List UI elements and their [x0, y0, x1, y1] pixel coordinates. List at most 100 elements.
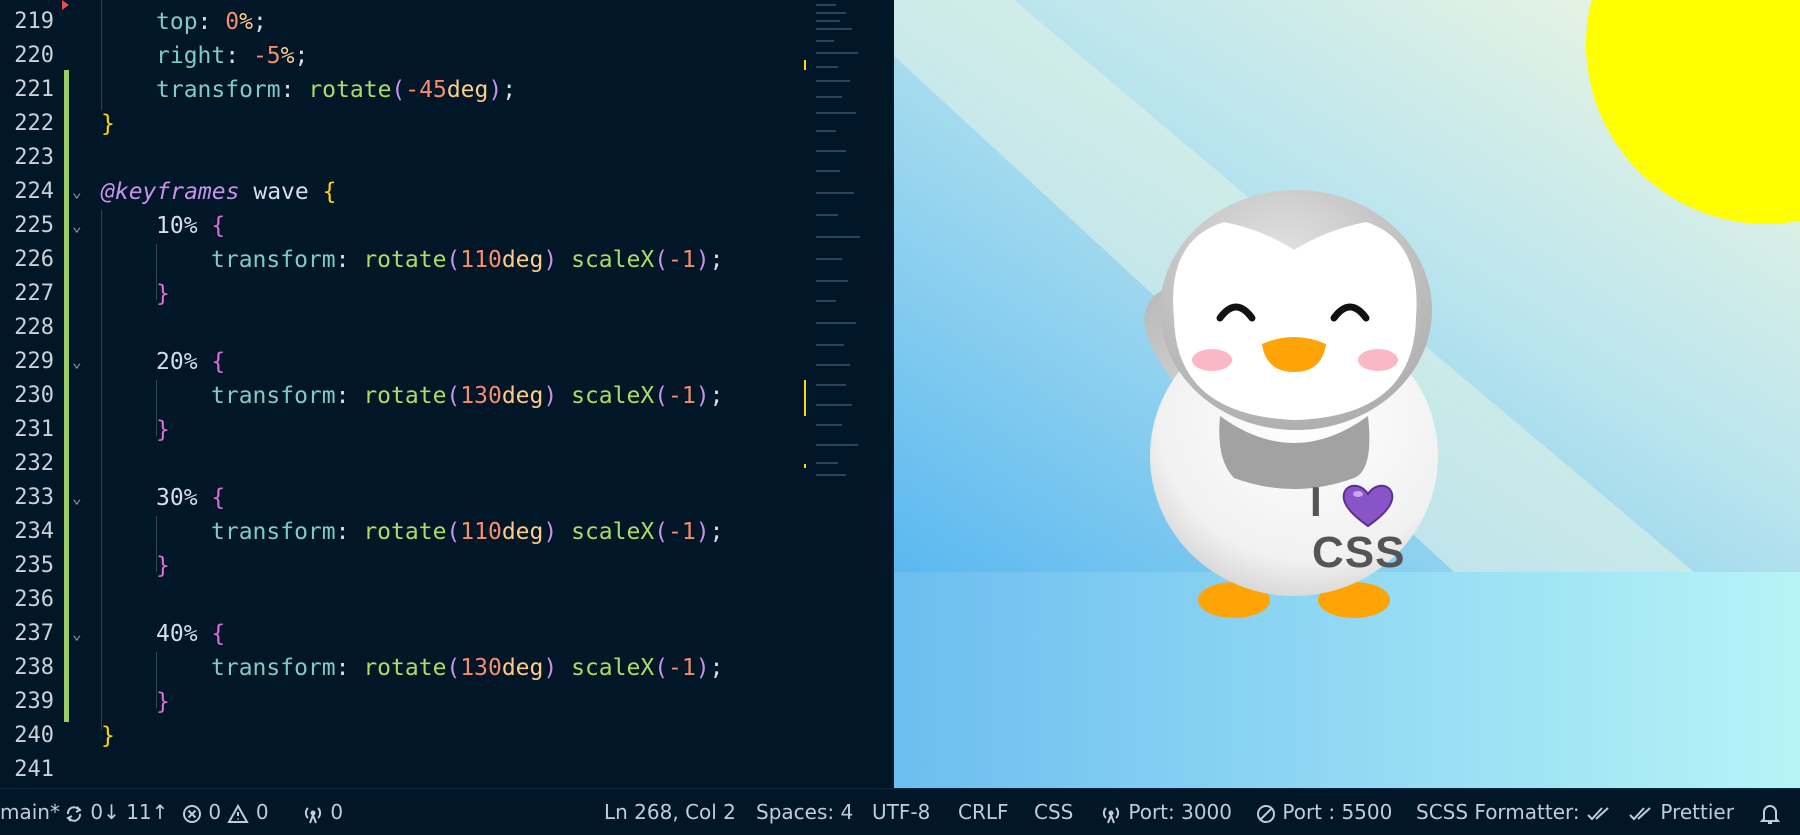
- code-line[interactable]: transform: rotate(130deg) scaleX(-1);: [211, 379, 723, 413]
- notifications-button[interactable]: [1759, 789, 1781, 835]
- code-line[interactable]: 20% {: [156, 345, 225, 379]
- minimap[interactable]: [800, 0, 868, 788]
- token: -1: [668, 247, 696, 273]
- css-property: transform: [211, 383, 336, 409]
- code-line[interactable]: transform: rotate(110deg) scaleX(-1);: [211, 243, 723, 277]
- shirt-text-i: I: [1310, 478, 1322, 525]
- branch-status[interactable]: main*: [0, 789, 60, 835]
- token: deg: [446, 77, 489, 103]
- code-line[interactable]: }: [156, 277, 170, 311]
- line-number: 228: [14, 315, 54, 340]
- token: {: [211, 485, 226, 511]
- minimap-line: [816, 40, 834, 42]
- line-number: 224: [14, 179, 54, 204]
- token: ): [695, 383, 710, 409]
- token: ): [695, 655, 710, 681]
- minimap-line: [816, 280, 848, 282]
- token: -1: [668, 383, 696, 409]
- token: {: [211, 621, 226, 647]
- minimap-line: [816, 258, 842, 260]
- indentation-status[interactable]: Spaces: 4: [756, 789, 853, 835]
- error-count: 0: [208, 800, 222, 824]
- minimap-line: [816, 4, 836, 6]
- token: rotate: [363, 383, 447, 409]
- line-number: 221: [14, 77, 54, 102]
- code-line[interactable]: @keyframes wave {: [101, 175, 336, 209]
- cursor-position[interactable]: Ln 268, Col 2: [604, 789, 736, 835]
- token: scaleX: [571, 655, 655, 681]
- line-number: 236: [14, 587, 54, 612]
- warning-icon: [227, 800, 255, 824]
- token: deg: [501, 247, 544, 273]
- code-line[interactable]: 40% {: [156, 617, 225, 651]
- code-line[interactable]: 10% {: [156, 209, 225, 243]
- fold-chevron-icon[interactable]: ⌄: [72, 481, 92, 515]
- minimap-line: [816, 424, 842, 426]
- language-mode[interactable]: CSS: [1034, 789, 1073, 835]
- code-line[interactable]: 30% {: [156, 481, 225, 515]
- scss-formatter-status[interactable]: SCSS Formatter:: [1416, 789, 1612, 835]
- token: scaleX: [571, 383, 655, 409]
- line-number: 227: [14, 281, 54, 306]
- code-line[interactable]: }: [156, 413, 170, 447]
- token: rotate: [363, 247, 447, 273]
- live-server-port[interactable]: Port : 5500: [1256, 789, 1392, 835]
- line-number: 232: [14, 451, 54, 476]
- fold-chevron-icon[interactable]: ⌄: [72, 175, 92, 209]
- line-number: 241: [14, 757, 54, 782]
- fold-chevron-icon[interactable]: ⌄: [72, 617, 92, 651]
- code-line[interactable]: }: [156, 685, 170, 719]
- token: :: [225, 43, 253, 69]
- fold-chevron-icon[interactable]: ⌄: [72, 345, 92, 379]
- code-line[interactable]: }: [101, 719, 115, 753]
- sync-status[interactable]: 0↓ 11↑: [64, 789, 168, 835]
- ports-status[interactable]: 0: [302, 789, 343, 835]
- token: (: [446, 247, 461, 273]
- css-property: transform: [211, 655, 336, 681]
- minimap-change-marker: [804, 464, 806, 468]
- code-line[interactable]: top: 0%;: [156, 5, 267, 39]
- browser-preview[interactable]: I CSS: [894, 0, 1800, 788]
- token: ): [488, 77, 503, 103]
- minimap-line: [816, 28, 852, 30]
- code-line[interactable]: }: [101, 107, 115, 141]
- prettier-status[interactable]: Prettier: [1628, 789, 1734, 835]
- code-line[interactable]: transform: rotate(130deg) scaleX(-1);: [211, 651, 723, 685]
- line-number: 223: [14, 145, 54, 170]
- dev-server-port[interactable]: Port: 3000: [1100, 789, 1232, 835]
- token: {: [211, 213, 226, 239]
- token: @keyframes: [101, 179, 240, 205]
- problems-status[interactable]: 0 0: [182, 789, 269, 835]
- fold-chevron-icon[interactable]: ⌄: [72, 209, 92, 243]
- token: :: [335, 383, 364, 409]
- token: }: [156, 281, 170, 307]
- eol-status[interactable]: CRLF: [958, 789, 1009, 835]
- line-number: 219: [14, 9, 54, 34]
- code-line[interactable]: transform: rotate(110deg) scaleX(-1);: [211, 515, 723, 549]
- token: deg: [501, 519, 544, 545]
- shirt-text-css: CSS: [1312, 528, 1406, 577]
- code-editor[interactable]: 219 220 221 222 223 224 225 226 227 228 …: [0, 0, 868, 788]
- dev-port-label: Port: 3000: [1128, 800, 1233, 824]
- code-line[interactable]: right: -5%;: [156, 39, 308, 73]
- token: -1: [668, 519, 696, 545]
- code-line[interactable]: }: [156, 549, 170, 583]
- token: (: [391, 77, 406, 103]
- token: -45: [405, 77, 447, 103]
- code-line[interactable]: transform: rotate(-45deg);: [156, 73, 516, 107]
- token: 10%: [156, 213, 198, 239]
- double-check-icon: [1628, 800, 1660, 824]
- line-number: 230: [14, 383, 54, 408]
- line-number: 235: [14, 553, 54, 578]
- line-number: 233: [14, 485, 54, 510]
- encoding-status[interactable]: UTF-8: [872, 789, 930, 835]
- line-number: 220: [14, 43, 54, 68]
- token: 110: [460, 519, 502, 545]
- token: }: [156, 553, 170, 579]
- live-port-label: Port : 5500: [1282, 800, 1393, 824]
